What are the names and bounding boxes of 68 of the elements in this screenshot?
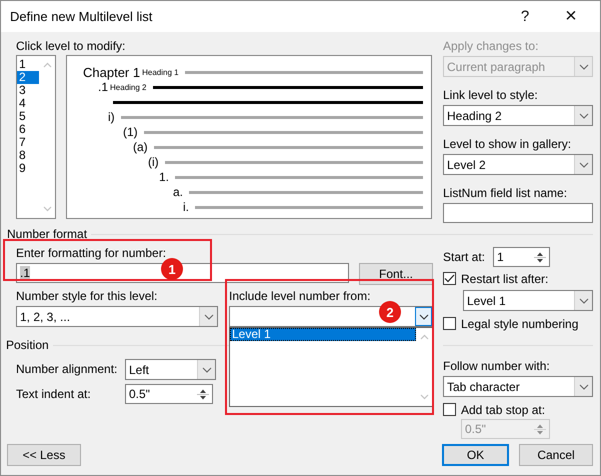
restart-label: Restart list after: [461, 272, 548, 286]
position-heading: Position [6, 338, 49, 352]
level-item[interactable]: 6 [17, 123, 39, 136]
preview-style-name: Heading 1 [142, 68, 179, 77]
gallery-level-dropdown[interactable]: Level 2 [443, 154, 593, 175]
font-button[interactable]: Font... [359, 263, 433, 285]
follow-number-label: Follow number with: [443, 358, 551, 375]
number-style-dropdown[interactable]: 1, 2, 3, ... [16, 306, 218, 327]
preview-number: .1 [98, 80, 108, 95]
cancel-button[interactable]: Cancel [519, 444, 593, 466]
link-level-dropdown[interactable]: Heading 2 [443, 105, 593, 126]
level-item[interactable]: 4 [17, 97, 39, 110]
follow-number-dropdown[interactable]: Tab character [443, 376, 593, 397]
number-style-label: Number style for this level: [16, 288, 158, 305]
help-button[interactable]: ? [502, 1, 548, 32]
listnum-label: ListNum field list name: [443, 185, 568, 202]
level-item[interactable]: 2 [17, 71, 39, 84]
link-level-label: Link level to style: [443, 87, 539, 104]
preview-number: i. [183, 200, 189, 215]
preview-number: a. [173, 185, 184, 200]
restart-checkbox[interactable] [443, 272, 456, 285]
caret-icon [578, 298, 588, 304]
level-item[interactable]: 3 [17, 84, 39, 97]
alignment-label: Number alignment: [16, 362, 118, 376]
preview-number: i) [108, 110, 115, 125]
window-title: Define new Multilevel list [10, 9, 154, 24]
alignment-dropdown[interactable]: Left [125, 359, 216, 380]
preview-number: (i) [148, 155, 159, 170]
number-format-heading: Number format [7, 227, 88, 241]
level-item[interactable]: 7 [17, 136, 39, 149]
caret-icon [578, 384, 588, 390]
caret-icon [578, 64, 588, 70]
indent-spinbox[interactable]: 0.5" [125, 384, 213, 404]
preview-number: (a) [133, 140, 148, 155]
tab-stop-checkbox[interactable] [443, 403, 456, 416]
start-at-label: Start at: [443, 250, 486, 264]
listnum-input-field[interactable] [443, 203, 593, 223]
caret-icon [418, 314, 428, 320]
dropdown-option[interactable]: Level 1 [230, 328, 416, 341]
level-item[interactable]: 5 [17, 110, 39, 123]
include-level-label: Include level number from: [229, 288, 372, 305]
level-item[interactable]: 1 [17, 58, 39, 71]
ok-button[interactable]: OK [442, 444, 509, 466]
legal-style-label: Legal style numbering [461, 316, 578, 330]
gallery-level-label: Level to show in gallery: [443, 136, 572, 153]
level-item[interactable]: 8 [17, 149, 39, 162]
preview-number: 1. [159, 170, 170, 185]
step-badge: 1 [161, 258, 183, 280]
indent-label: Text indent at: [16, 386, 92, 400]
caret-icon [204, 314, 214, 320]
start-at-spinbox[interactable]: 1 [493, 247, 550, 267]
tab-stop-label: Add tab stop at: [461, 402, 546, 416]
preview-number: Chapter 1 [83, 65, 140, 80]
less-button[interactable]: << Less [7, 444, 81, 466]
step-badge: 2 [379, 301, 401, 323]
caret-icon [578, 112, 588, 118]
restart-level-dropdown[interactable]: Level 1 [463, 290, 593, 311]
close-button[interactable]: × [548, 1, 594, 32]
level-picker-label: Click level to modify: [16, 38, 126, 55]
include-level-dropdown[interactable] [229, 306, 433, 327]
preview-style-name: Heading 2 [110, 83, 146, 92]
level-list[interactable]: 1 2 3 4 5 6 7 8 9 [16, 55, 56, 219]
apply-changes-label: Apply changes to: [443, 38, 540, 55]
caret-icon [578, 162, 588, 168]
legal-style-checkbox[interactable] [443, 317, 456, 330]
preview-number: (1) [123, 125, 138, 140]
level-item[interactable]: 9 [17, 162, 39, 175]
caret-icon [202, 366, 212, 372]
